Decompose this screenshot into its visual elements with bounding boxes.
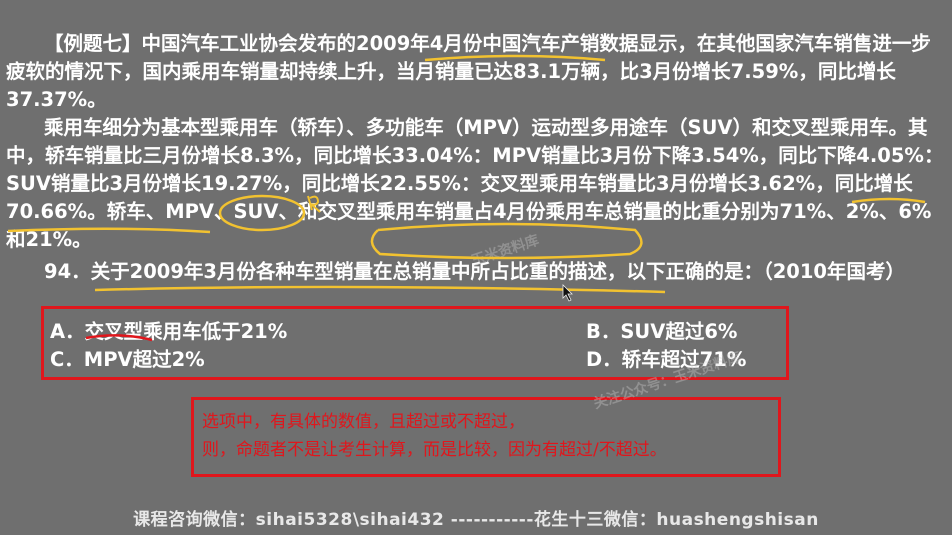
footer-contact: 课程咨询微信：sihai5328\sihai432 -----------花生十… <box>133 510 819 530</box>
problem-paragraph-2: 乘用车细分为基本型乘用车（轿车）、多功能车（MPV）运动型多用途车（SUV）和交… <box>6 116 944 251</box>
option-a[interactable]: A．交叉型乘用车低于21% <box>50 315 287 344</box>
problem-text: 【例题七】中国汽车工业协会发布的2009年4月份中国汽车产销数据显示，在其他国家… <box>6 30 946 254</box>
note-line-1: 选项中，有具体的数值，且超过或不超过， <box>202 412 525 432</box>
note-box: 选项中，有具体的数值，且超过或不超过， 则，命题者不是让考生计算，而是比较，因为… <box>191 397 781 477</box>
underline-question <box>94 285 666 294</box>
note-line-2: 则，命题者不是让考生计算，而是比较，因为有超过/不超过。 <box>202 440 667 460</box>
problem-paragraph-1: 【例题七】中国汽车工业协会发布的2009年4月份中国汽车产销数据显示，在其他国家… <box>6 32 931 111</box>
option-c[interactable]: C．MPV超过2% <box>50 343 205 372</box>
option-b[interactable]: B．SUV超过6% <box>586 315 737 344</box>
cursor-icon <box>562 284 573 302</box>
